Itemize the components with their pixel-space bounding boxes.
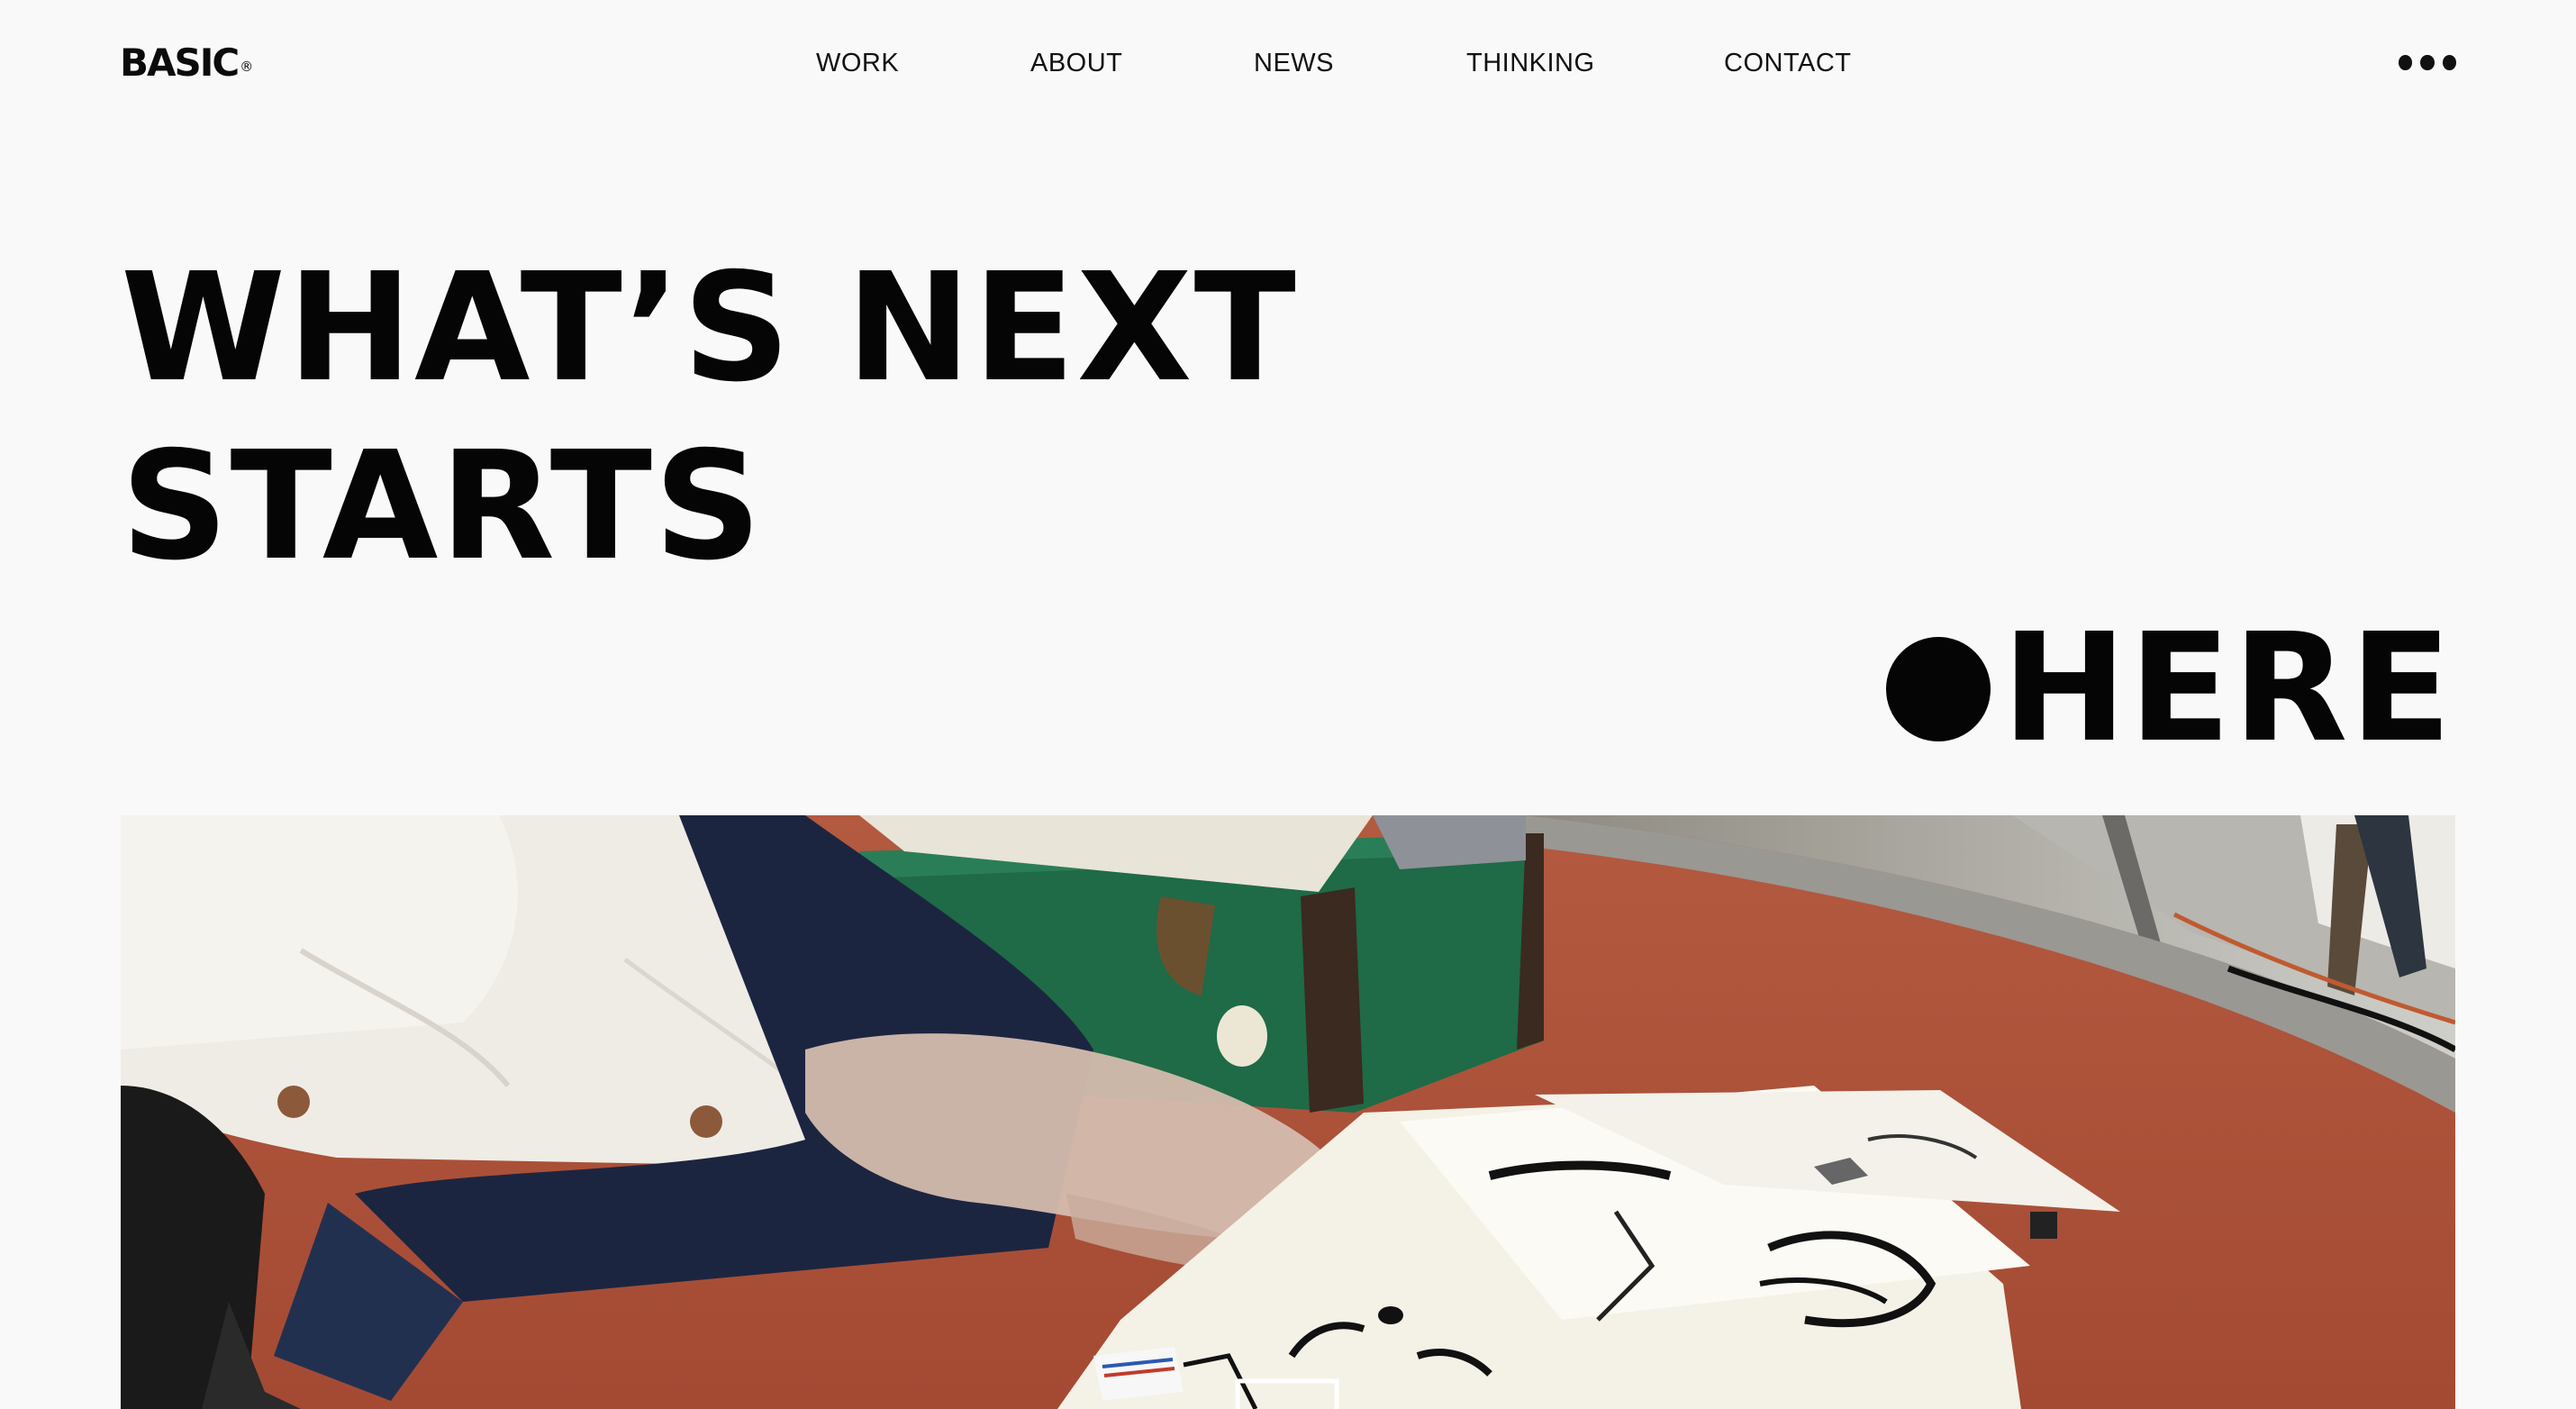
nav-news[interactable]: NEWS xyxy=(1254,47,1334,79)
hero-video[interactable] xyxy=(121,815,2455,1409)
dot xyxy=(2399,55,2413,70)
hero-line-1: WHAT’S NEXT xyxy=(121,241,1298,415)
nav-thinking[interactable]: THINKING xyxy=(1466,47,1595,79)
nav-contact[interactable]: CONTACT xyxy=(1724,47,1852,79)
nav-about[interactable]: ABOUT xyxy=(1030,47,1122,79)
filled-circle-icon xyxy=(1886,637,1991,741)
site-header: BASIC ® WORK ABOUT NEWS THINKING CONTACT xyxy=(0,0,2576,126)
hero-line-2: STARTS xyxy=(121,420,764,594)
logo[interactable]: BASIC ® xyxy=(120,40,253,86)
hero-here-text: HERE xyxy=(2001,602,2454,776)
dot xyxy=(2442,55,2456,70)
registered-mark: ® xyxy=(240,59,254,75)
dot xyxy=(2420,55,2435,70)
hero-line-3: HERE xyxy=(1886,613,2454,766)
more-dots-icon[interactable] xyxy=(2399,52,2456,74)
nav-work[interactable]: WORK xyxy=(816,47,899,79)
video-frame xyxy=(121,815,2455,1409)
logo-text: BASIC xyxy=(120,41,240,85)
